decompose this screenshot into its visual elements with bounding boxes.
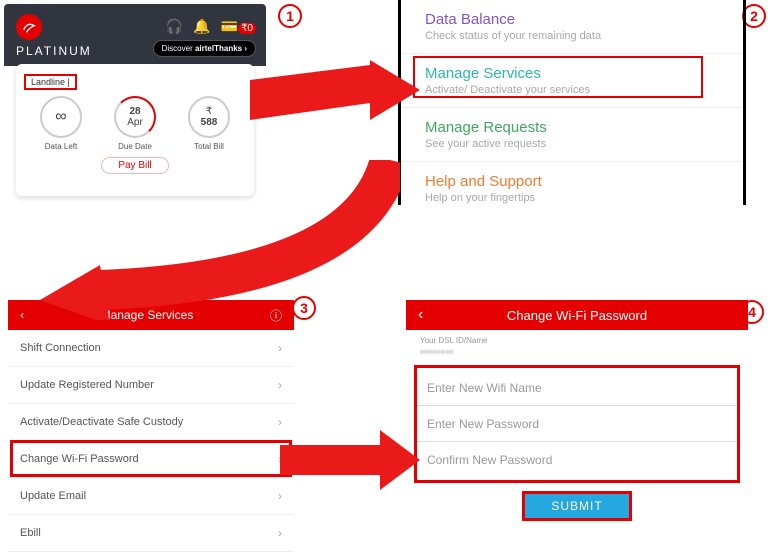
row-shift-connection[interactable]: Shift Connection› [8,330,294,367]
chevron-right-icon: › [278,378,282,392]
new-password-input[interactable]: Enter New Password [417,406,737,442]
row-change-wifi-password[interactable]: Change Wi-Fi Password› [8,441,294,478]
airtel-logo-icon [16,14,42,40]
help-icon[interactable]: ⓘ [270,307,282,324]
home-card: 🎧 🔔 💳₹0 PLATINUM Discover airtelThanks ›… [4,4,266,200]
chevron-right-icon: › [278,341,282,355]
header-title: Change Wi-Fi Password [507,308,647,323]
data-left-widget[interactable]: ∞ Data Left [26,96,96,151]
row-safe-custody[interactable]: Activate/Deactivate Safe Custody› [8,404,294,441]
thanks-badge[interactable]: Discover airtelThanks › [153,40,256,57]
header-title: Manage Services [101,308,194,322]
landline-number[interactable]: Landline | [24,74,77,90]
chevron-right-icon: › [278,489,282,503]
dsl-id-value: •••••••• [420,345,748,359]
list-item-data-balance[interactable]: Data Balance Check status of your remain… [401,0,743,53]
change-wifi-screen: ‹ Change Wi-Fi Password Your DSL ID/Name… [406,300,748,552]
step-badge-1: 1 [278,4,302,28]
account-card: Landline | ∞ Data Left 28Apr Due Date ₹5… [16,64,254,196]
home-header: 🎧 🔔 💳₹0 PLATINUM Discover airtelThanks › [4,4,266,66]
bell-icon[interactable]: 🔔 [193,18,210,35]
services-list: Data Balance Check status of your remain… [398,0,746,205]
chevron-right-icon: › [278,452,282,466]
row-update-number[interactable]: Update Registered Number› [8,367,294,404]
submit-button[interactable]: SUBMIT [522,491,632,521]
manage-services-header: ‹ Manage Services ⓘ [8,300,294,330]
list-item-manage-services[interactable]: Manage Services Activate/ Deactivate you… [401,53,743,107]
list-item-manage-requests[interactable]: Manage Requests See your active requests [401,107,743,161]
pay-bill-button[interactable]: Pay Bill [101,157,168,174]
chevron-right-icon: › [278,415,282,429]
row-update-email[interactable]: Update Email› [8,478,294,515]
wifi-form: Enter New Wifi Name Enter New Password C… [414,365,740,483]
total-bill-widget[interactable]: ₹588 Total Bill [174,96,244,151]
dsl-id-label: Your DSL ID/Name [420,336,748,345]
arrow-1-to-2 [250,60,420,150]
list-item-help-support[interactable]: Help and Support Help on your fingertips [401,161,743,215]
wifi-name-input[interactable]: Enter New Wifi Name [417,370,737,406]
row-ebill[interactable]: Ebill› [8,515,294,552]
change-wifi-header: ‹ Change Wi-Fi Password [406,300,748,330]
back-icon[interactable]: ‹ [418,306,423,324]
wallet-icon[interactable]: 💳₹0 [221,18,256,35]
headset-icon[interactable]: 🎧 [166,18,183,35]
plan-label: PLATINUM [16,44,92,58]
manage-services-screen: ‹ Manage Services ⓘ Shift Connection› Up… [8,300,294,552]
arrow-3-to-4 [280,430,420,490]
due-date-widget[interactable]: 28Apr Due Date [100,96,170,151]
back-icon[interactable]: ‹ [20,308,24,322]
chevron-right-icon: › [278,526,282,540]
confirm-password-input[interactable]: Confirm New Password [417,442,737,478]
step-badge-3: 3 [292,296,316,320]
